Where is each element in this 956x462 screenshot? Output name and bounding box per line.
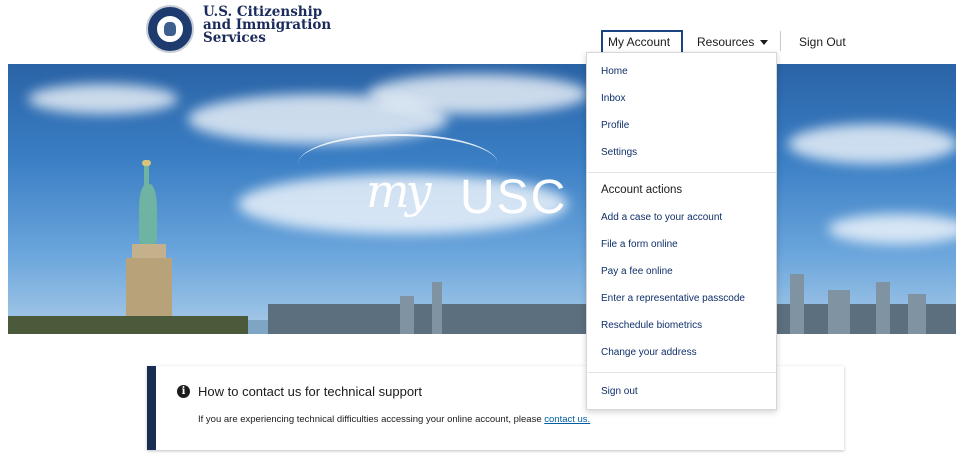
building [790,274,804,334]
menu-divider [588,372,776,373]
resources-menu-button[interactable]: Resources [697,35,769,49]
site-header: U.S. Citizenship and Immigration Service… [0,0,956,66]
cloud [368,74,588,114]
menu-item-settings[interactable]: Settings [601,147,637,158]
menu-item-change-address[interactable]: Change your address [601,347,697,358]
sign-out-link[interactable]: Sign Out [799,35,846,49]
contact-us-link[interactable]: contact us. [544,414,590,425]
agency-name[interactable]: U.S. Citizenship and Immigration Service… [203,5,331,46]
nav-divider [780,31,781,51]
hero-banner: my USC [8,64,956,334]
account-actions-heading: Account actions [601,184,683,196]
building [400,296,414,334]
resources-label: Resources [697,35,755,49]
my-account-menu-button[interactable]: My Account [601,30,683,66]
statue-arm [144,164,149,186]
my-account-label: My Account [608,35,671,49]
alert-body-text: If you are experiencing technical diffic… [198,414,545,425]
menu-item-profile[interactable]: Profile [601,120,629,131]
building [432,282,442,334]
menu-item-reschedule-biometrics[interactable]: Reschedule biometrics [601,320,702,331]
statue-of-liberty [139,184,157,244]
liberty-island [8,316,248,334]
eagle-icon [164,22,176,36]
cloud [28,84,178,114]
building [876,282,890,334]
info-icon: i [177,385,190,398]
menu-item-representative-passcode[interactable]: Enter a representative passcode [601,293,745,304]
cloud [788,124,956,164]
statue-pedestal [126,258,172,316]
dhs-seal-icon[interactable] [146,5,194,53]
alert-body: If you are experiencing technical diffic… [198,414,590,425]
menu-item-inbox[interactable]: Inbox [601,93,625,104]
menu-divider [588,172,776,173]
menu-item-file-form[interactable]: File a form online [601,239,678,250]
building [908,294,926,334]
myuscis-logo-script: my [366,164,432,218]
menu-item-home[interactable]: Home [601,66,628,77]
menu-item-add-case[interactable]: Add a case to your account [601,212,722,223]
cloud [828,214,956,244]
menu-item-sign-out[interactable]: Sign out [601,386,638,397]
seal-inner [155,14,185,44]
alert-title: How to contact us for technical support [198,384,423,399]
caret-down-icon [760,40,769,45]
myuscis-logo-text: USC [460,171,568,224]
my-account-dropdown: Home Inbox Profile Settings Account acti… [586,52,777,410]
statue-pedestal-top [132,244,166,258]
menu-item-pay-fee[interactable]: Pay a fee online [601,266,673,277]
agency-line-3: Services [203,30,266,46]
statue-torch [142,160,151,166]
building [828,290,850,334]
